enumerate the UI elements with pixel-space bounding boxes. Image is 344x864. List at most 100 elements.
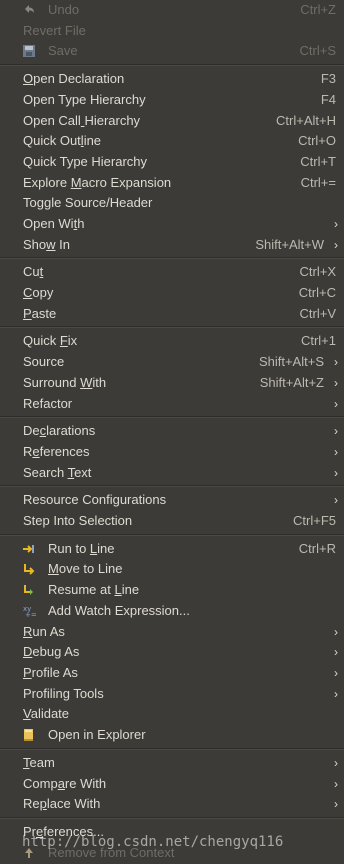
- menu-item-label: Save: [48, 43, 78, 58]
- context-menu: Undo Ctrl+Z Revert File Save Ctrl+S Open Decl…: [0, 0, 344, 864]
- menu-item-shortcut: Shift+Alt+W: [255, 237, 324, 252]
- submenu-arrow-icon: ›: [334, 238, 338, 252]
- menu-item-shortcut: Ctrl+V: [299, 306, 336, 321]
- menu-item-quick-fix[interactable]: Quick Fix Ctrl+1: [0, 331, 344, 351]
- menu-item-step-into-selection[interactable]: Step Into Selection Ctrl+F5: [0, 511, 344, 531]
- menu-item-label: Copy: [23, 285, 54, 300]
- menu-item-paste[interactable]: Paste Ctrl+V: [0, 304, 344, 324]
- menu-item-shortcut: Ctrl+F5: [293, 513, 336, 528]
- submenu-arrow-icon: ›: [334, 424, 338, 438]
- menu-item-shortcut: Shift+Alt+S: [258, 354, 324, 369]
- submenu-arrow-icon: ›: [334, 625, 338, 639]
- menu-item-references[interactable]: References ›: [0, 442, 344, 462]
- menu-item-replace-with[interactable]: Replace With ›: [0, 794, 344, 814]
- menu-item-undo: Undo Ctrl+Z: [0, 0, 344, 20]
- menu-item-shortcut: Ctrl+X: [299, 264, 336, 279]
- menu-item-team[interactable]: Team ›: [0, 753, 344, 773]
- menu-item-open-with[interactable]: Open With ›: [0, 214, 344, 234]
- menu-item-profile-as[interactable]: Profile As ›: [0, 663, 344, 683]
- menu-item-revert-file: Revert File: [0, 21, 344, 41]
- menu-item-resource-configurations[interactable]: Resource Configurations ›: [0, 490, 344, 510]
- menu-item-label: Toggle Source/Header: [23, 195, 153, 210]
- menu-item-open-in-explorer[interactable]: Open in Explorer: [0, 725, 344, 745]
- menu-item-shortcut: Ctrl+O: [298, 133, 336, 148]
- menu-item-label: Open Type Hierarchy: [23, 92, 146, 107]
- menu-item-label: Quick Fix: [23, 333, 78, 348]
- menu-item-label: Open With: [23, 216, 85, 231]
- menu-item-run-as[interactable]: Run As ›: [0, 622, 344, 642]
- menu-item-shortcut: Ctrl+1: [300, 333, 336, 348]
- menu-item-compare-with[interactable]: Compare With ›: [0, 774, 344, 794]
- menu-item-label: Quick Type Hierarchy: [23, 154, 148, 169]
- menu-item-label: Resume at Line: [48, 582, 140, 597]
- menu-item-quick-type-hierarchy[interactable]: Quick Type Hierarchy Ctrl+T: [0, 152, 344, 172]
- menu-item-label: Team: [23, 755, 55, 770]
- menu-item-label: Surround With: [23, 375, 107, 390]
- menu-item-copy[interactable]: Copy Ctrl+C: [0, 283, 344, 303]
- menu-item-open-type-hierarchy[interactable]: Open Type Hierarchy F4: [0, 90, 344, 110]
- menu-separator: [0, 534, 344, 536]
- submenu-arrow-icon: ›: [334, 756, 338, 770]
- watch-expression-icon: xy +=: [22, 604, 37, 619]
- menu-item-label: Refactor: [23, 396, 73, 411]
- menu-item-shortcut: Ctrl+=: [300, 175, 336, 190]
- menu-item-label: Profile As: [23, 665, 78, 680]
- menu-item-explore-macro-expansion[interactable]: Explore Macro Expansion Ctrl+=: [0, 173, 344, 193]
- menu-item-label: Paste: [23, 306, 57, 321]
- menu-item-refactor[interactable]: Refactor ›: [0, 394, 344, 414]
- menu-separator: [0, 257, 344, 259]
- menu-item-label: Compare With: [23, 776, 107, 791]
- submenu-arrow-icon: ›: [334, 493, 338, 507]
- menu-item-label: Validate: [23, 706, 70, 721]
- menu-item-open-call-hierarchy[interactable]: Open Call Hierarchy Ctrl+Alt+H: [0, 111, 344, 131]
- submenu-arrow-icon: ›: [334, 355, 338, 369]
- menu-item-shortcut: Shift+Alt+Z: [259, 375, 324, 390]
- menu-item-label: Cut: [23, 264, 44, 279]
- menu-item-quick-outline[interactable]: Quick Outline Ctrl+O: [0, 131, 344, 151]
- undo-icon: [22, 3, 36, 17]
- menu-item-shortcut: Ctrl+S: [299, 43, 336, 58]
- save-icon: [22, 44, 36, 58]
- menu-item-label: Source: [23, 354, 65, 369]
- menu-item-label: Run to Line: [48, 541, 115, 556]
- menu-item-run-to-line[interactable]: Run to Line Ctrl+R: [0, 539, 344, 559]
- menu-item-add-watch-expression[interactable]: xy += Add Watch Expression...: [0, 601, 344, 621]
- move-to-line-icon: [22, 562, 36, 576]
- menu-item-search-text[interactable]: Search Text ›: [0, 463, 344, 483]
- resume-at-line-icon: [22, 583, 36, 597]
- menu-separator: [0, 64, 344, 66]
- menu-item-open-declaration[interactable]: Open Declaration F3: [0, 69, 344, 89]
- menu-item-show-in[interactable]: Show In Shift+Alt+W ›: [0, 235, 344, 255]
- menu-item-shortcut: Ctrl+Alt+H: [276, 113, 336, 128]
- menu-item-debug-as[interactable]: Debug As ›: [0, 642, 344, 662]
- menu-item-shortcut: F4: [320, 92, 336, 107]
- menu-separator: [0, 485, 344, 487]
- svg-text:+=: +=: [25, 611, 36, 618]
- submenu-arrow-icon: ›: [334, 217, 338, 231]
- menu-item-toggle-source-header[interactable]: Toggle Source/Header: [0, 193, 344, 213]
- menu-separator: [0, 416, 344, 418]
- menu-item-label: Open Declaration: [23, 71, 125, 86]
- menu-item-source[interactable]: Source Shift+Alt+S ›: [0, 352, 344, 372]
- menu-item-label: Replace With: [23, 796, 101, 811]
- menu-item-shortcut: F3: [320, 71, 336, 86]
- menu-item-cut[interactable]: Cut Ctrl+X: [0, 262, 344, 282]
- submenu-arrow-icon: ›: [334, 645, 338, 659]
- submenu-arrow-icon: ›: [334, 777, 338, 791]
- menu-item-label: Declarations: [23, 423, 96, 438]
- menu-item-save: Save Ctrl+S: [0, 41, 344, 61]
- menu-item-surround-with[interactable]: Surround With Shift+Alt+Z ›: [0, 373, 344, 393]
- menu-separator: [0, 817, 344, 819]
- run-to-line-icon: [22, 542, 36, 556]
- menu-item-declarations[interactable]: Declarations ›: [0, 421, 344, 441]
- menu-item-label: Profiling Tools: [23, 686, 104, 701]
- menu-separator: [0, 326, 344, 328]
- menu-item-profiling-tools[interactable]: Profiling Tools ›: [0, 684, 344, 704]
- menu-item-validate[interactable]: Validate: [0, 704, 344, 724]
- menu-item-label: Run As: [23, 624, 65, 639]
- menu-item-resume-at-line[interactable]: Resume at Line: [0, 580, 344, 600]
- menu-item-label: Open Call Hierarchy: [23, 113, 141, 128]
- menu-item-label: Resource Configurations: [23, 492, 167, 507]
- menu-item-label: Revert File: [23, 23, 86, 38]
- menu-item-move-to-line[interactable]: Move to Line: [0, 559, 344, 579]
